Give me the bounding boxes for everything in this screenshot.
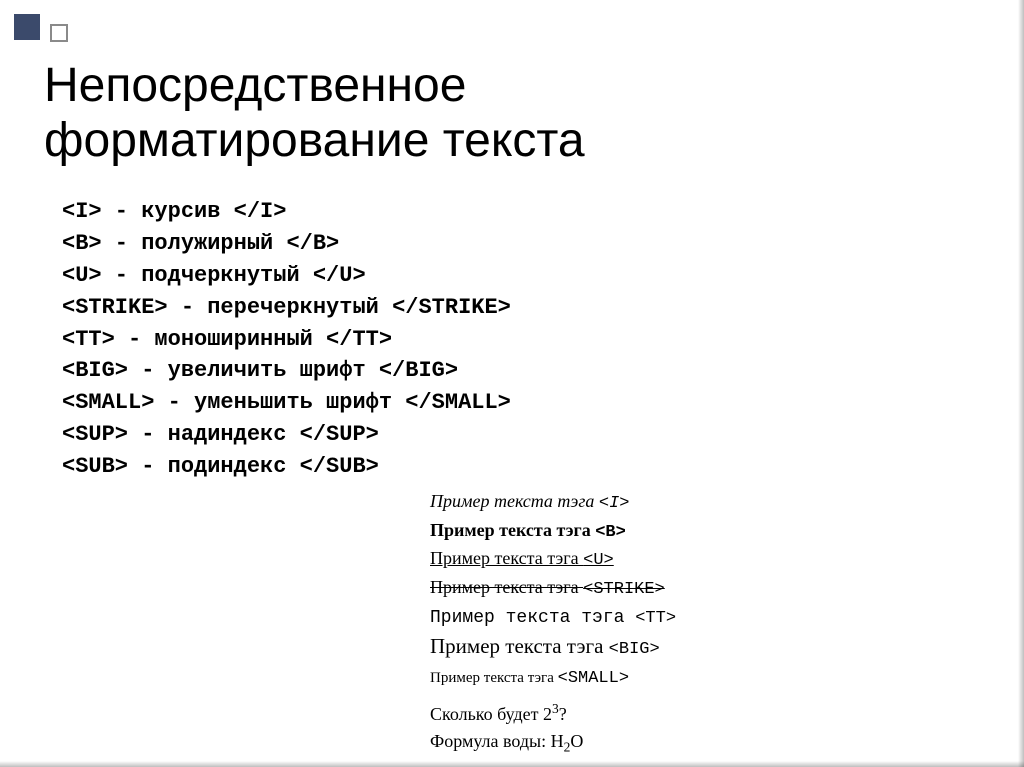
tag-open: <SUB> bbox=[62, 454, 128, 479]
sub-pre: Формула воды: H bbox=[430, 731, 564, 751]
tag-open: <SUP> bbox=[62, 422, 128, 447]
tag-row-small: <SMALL> - уменьшить шрифт </SMALL> bbox=[62, 387, 511, 419]
decoration-square-filled bbox=[14, 14, 40, 40]
example-b: Пример текста тэга <B> bbox=[430, 517, 676, 546]
tag-row-b: <B> - полужирный </B> bbox=[62, 228, 511, 260]
tag-close: </I> bbox=[234, 199, 287, 224]
tag-desc: - надиндекс bbox=[128, 422, 300, 447]
example-u: Пример текста тэга <U> bbox=[430, 545, 676, 574]
examples-block: Пример текста тэга <I> Пример текста тэг… bbox=[430, 488, 676, 757]
tag-desc: - перечеркнутый bbox=[168, 295, 392, 320]
tag-open: <BIG> bbox=[62, 358, 128, 383]
example-text: Пример текста тэга bbox=[430, 520, 595, 540]
tag-open: <STRIKE> bbox=[62, 295, 168, 320]
sup-exponent: 3 bbox=[552, 701, 559, 716]
example-tag: <TT> bbox=[635, 609, 676, 628]
tag-close: </SUP> bbox=[300, 422, 379, 447]
tag-row-sub: <SUB> - подиндекс </SUB> bbox=[62, 451, 511, 483]
tag-row-i: <I> - курсив </I> bbox=[62, 196, 511, 228]
html-tags-list: <I> - курсив </I> <B> - полужирный </B> … bbox=[62, 196, 511, 483]
tag-desc: - увеличить шрифт bbox=[128, 358, 379, 383]
tag-row-tt: <TT> - моноширинный </TT> bbox=[62, 324, 511, 356]
tag-row-u: <U> - подчеркнутый </U> bbox=[62, 260, 511, 292]
tag-close: </TT> bbox=[326, 327, 392, 352]
slide-shadow-bottom bbox=[0, 761, 1024, 767]
tag-open: <I> bbox=[62, 199, 102, 224]
tag-close: </SUB> bbox=[300, 454, 379, 479]
tag-open: <U> bbox=[62, 263, 102, 288]
slide-shadow-right bbox=[1018, 0, 1024, 767]
title-line-1: Непосредственное bbox=[44, 59, 466, 112]
tag-close: </SMALL> bbox=[405, 390, 511, 415]
example-text: Пример текста тэга bbox=[430, 670, 558, 686]
tag-row-big: <BIG> - увеличить шрифт </BIG> bbox=[62, 355, 511, 387]
example-small: Пример текста тэга <SMALL> bbox=[430, 663, 676, 692]
slide-decoration bbox=[14, 14, 68, 42]
example-tt: Пример текста тэга <TT> bbox=[430, 603, 676, 632]
tag-open: <B> bbox=[62, 231, 102, 256]
slide-title: Непосредственное форматирование текста bbox=[44, 58, 585, 168]
tag-desc: - подиндекс bbox=[128, 454, 300, 479]
example-tag: <SMALL> bbox=[558, 669, 629, 688]
example-tag: <U> bbox=[583, 551, 614, 570]
example-big: Пример текста тэга <BIG> bbox=[430, 631, 676, 663]
tag-desc: - курсив bbox=[102, 199, 234, 224]
sup-post: ? bbox=[559, 704, 567, 724]
tag-close: </BIG> bbox=[379, 358, 458, 383]
example-sub: Формула воды: H2O bbox=[430, 728, 676, 757]
example-text: Пример текста тэга bbox=[430, 634, 609, 658]
tag-desc: - подчеркнутый bbox=[102, 263, 313, 288]
sub-post: O bbox=[570, 731, 583, 751]
example-text: Пример текста тэга bbox=[430, 577, 583, 597]
tag-close: </B> bbox=[286, 231, 339, 256]
example-strike: Пример текста тэга <STRIKE> bbox=[430, 574, 676, 603]
sup-pre: Сколько будет 2 bbox=[430, 704, 552, 724]
tag-desc: - уменьшить шрифт bbox=[154, 390, 405, 415]
tag-close: </STRIKE> bbox=[392, 295, 511, 320]
example-text: Пример текста тэга bbox=[430, 548, 583, 568]
tag-open: <SMALL> bbox=[62, 390, 154, 415]
tag-desc: - моноширинный bbox=[115, 327, 326, 352]
example-tag: <STRIKE> bbox=[583, 580, 665, 599]
tag-open: <TT> bbox=[62, 327, 115, 352]
tag-row-sup: <SUP> - надиндекс </SUP> bbox=[62, 419, 511, 451]
decoration-square-outline bbox=[50, 24, 68, 42]
example-tag: <BIG> bbox=[609, 640, 660, 659]
tag-row-strike: <STRIKE> - перечеркнутый </STRIKE> bbox=[62, 292, 511, 324]
example-text: Пример текста тэга bbox=[430, 608, 635, 628]
tag-desc: - полужирный bbox=[102, 231, 287, 256]
example-i: Пример текста тэга <I> bbox=[430, 488, 676, 517]
example-tag: <B> bbox=[595, 523, 626, 542]
example-sup: Сколько будет 23? bbox=[430, 699, 676, 727]
title-line-2: форматирование текста bbox=[44, 114, 585, 167]
example-tag: <I> bbox=[599, 494, 630, 513]
example-text: Пример текста тэга bbox=[430, 491, 599, 511]
tag-close: </U> bbox=[313, 263, 366, 288]
